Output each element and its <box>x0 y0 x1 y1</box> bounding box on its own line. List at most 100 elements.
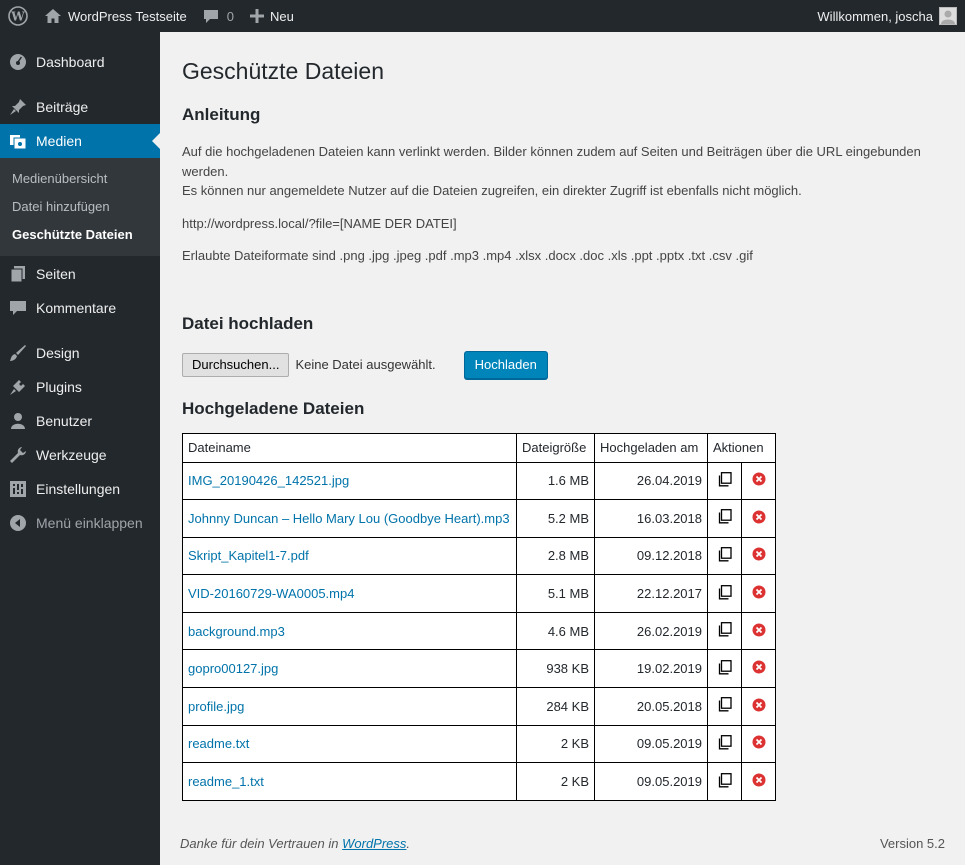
column-header-name: Dateiname <box>182 432 517 463</box>
upload-date: 22.12.2017 <box>594 574 708 613</box>
delete-button[interactable] <box>741 536 776 576</box>
file-link[interactable]: readme_1.txt <box>188 774 264 789</box>
no-file-label: Keine Datei ausgewählt. <box>295 357 436 372</box>
upload-date: 19.02.2019 <box>594 649 708 689</box>
copy-icon <box>718 735 732 753</box>
file-link[interactable]: Johnny Duncan – Hello Mary Lou (Goodbye … <box>188 511 510 526</box>
file-link[interactable]: readme.txt <box>188 736 249 751</box>
menu-item-seiten[interactable]: Seiten <box>0 257 160 291</box>
upload-date: 09.05.2019 <box>594 762 708 801</box>
comments-link[interactable]: 0 <box>195 0 242 32</box>
menu-label: Medien <box>36 133 82 149</box>
upload-button[interactable]: Hochladen <box>463 350 548 379</box>
copy-icon <box>718 772 732 791</box>
menu-item-design[interactable]: Design <box>0 336 160 370</box>
copy-icon <box>718 547 732 565</box>
file-name-cell: readme.txt <box>182 724 517 764</box>
upload-date: 20.05.2018 <box>594 687 708 726</box>
copy-icon <box>718 471 732 490</box>
new-content-link[interactable]: Neu <box>242 0 302 32</box>
copy-link-button[interactable] <box>707 536 742 576</box>
menu-item-dashboard[interactable]: Dashboard <box>0 45 160 79</box>
plugin-icon <box>8 377 28 397</box>
submenu-item-geschuetzte-dateien[interactable]: Geschützte Dateien <box>0 221 160 249</box>
instructions-text: Auf die hochgeladenen Dateien kann verli… <box>182 142 952 201</box>
main-content: Geschützte Dateien Anleitung Auf die hoc… <box>182 32 952 801</box>
file-link[interactable]: Skript_Kapitel1-7.pdf <box>188 548 309 563</box>
dashboard-icon <box>8 52 28 72</box>
site-name-link[interactable]: WordPress Testseite <box>36 0 195 32</box>
menu-label: Menü einklappen <box>36 515 143 531</box>
page-title: Geschützte Dateien <box>182 58 385 84</box>
delete-button[interactable] <box>741 611 776 651</box>
file-link[interactable]: IMG_20190426_142521.jpg <box>188 473 349 488</box>
delete-button[interactable] <box>741 687 776 726</box>
url-pattern: http://wordpress.local/?file=[NAME DER D… <box>182 215 457 231</box>
upload-form: Durchsuchen... Keine Datei ausgewählt. H… <box>182 350 952 380</box>
submenu-item-medienuebersicht[interactable]: Medienübersicht <box>0 165 160 193</box>
file-size: 284 KB <box>516 687 595 726</box>
menu-item-beitraege[interactable]: Beiträge <box>0 90 160 124</box>
copy-icon <box>718 622 732 640</box>
file-name-cell: VID-20160729-WA0005.mp4 <box>182 574 517 613</box>
delete-button[interactable] <box>741 461 776 501</box>
file-name-cell: Skript_Kapitel1-7.pdf <box>182 536 517 576</box>
table-row: IMG_20190426_142521.jpg 1.6 MB 26.04.2019 <box>182 461 776 501</box>
menu-label: Einstellungen <box>36 481 121 497</box>
menu-item-collapse[interactable]: Menü einklappen <box>0 506 160 540</box>
menu-label: Kommentare <box>36 300 117 316</box>
delete-icon <box>752 698 766 715</box>
copy-link-button[interactable] <box>707 762 742 801</box>
file-size: 2 KB <box>516 762 595 801</box>
delete-button[interactable] <box>741 574 776 613</box>
submenu-item-datei-hinzufuegen[interactable]: Datei hinzufügen <box>0 193 160 221</box>
menu-item-einstellungen[interactable]: Einstellungen <box>0 472 160 506</box>
wordpress-logo-icon[interactable]: W <box>0 0 36 32</box>
upload-date: 26.02.2019 <box>594 611 708 651</box>
delete-button[interactable] <box>741 762 776 801</box>
comment-bubble-icon <box>203 8 219 24</box>
copy-link-button[interactable] <box>707 499 742 538</box>
menu-item-benutzer[interactable]: Benutzer <box>0 404 160 438</box>
menu-item-werkzeuge[interactable]: Werkzeuge <box>0 438 160 472</box>
copy-link-button[interactable] <box>707 611 742 651</box>
medien-submenu: Medienübersicht Datei hinzufügen Geschüt… <box>0 158 160 256</box>
delete-button[interactable] <box>741 724 776 764</box>
copy-link-button[interactable] <box>707 687 742 726</box>
file-link[interactable]: VID-20160729-WA0005.mp4 <box>188 586 354 601</box>
footer: Danke für dein Vertrauen in WordPress. V… <box>180 836 945 851</box>
menu-item-plugins[interactable]: Plugins <box>0 370 160 404</box>
menu-item-medien[interactable]: Medien <box>0 124 160 158</box>
collapse-icon <box>8 513 28 533</box>
delete-button[interactable] <box>741 649 776 689</box>
pin-icon <box>8 97 28 117</box>
menu-item-kommentare[interactable]: Kommentare <box>0 291 160 325</box>
settings-icon <box>8 479 28 499</box>
copy-link-button[interactable] <box>707 574 742 613</box>
file-link[interactable]: background.mp3 <box>188 624 285 639</box>
files-table: Dateiname Dateigröße Hochgeladen am Akti… <box>182 432 776 801</box>
welcome-text: Willkommen, joscha <box>817 8 933 24</box>
files-heading: Hochgeladene Dateien <box>182 398 365 418</box>
footer-thanks-text: Danke für dein Vertrauen in <box>180 836 343 851</box>
file-size: 5.1 MB <box>516 574 595 613</box>
user-icon <box>8 411 28 431</box>
file-name-cell: gopro00127.jpg <box>182 649 517 689</box>
copy-link-button[interactable] <box>707 724 742 764</box>
home-icon <box>44 8 62 24</box>
upload-date: 16.03.2018 <box>594 499 708 538</box>
file-link[interactable]: profile.jpg <box>188 699 244 714</box>
delete-icon <box>752 547 766 564</box>
instructions-line-2: Es können nur angemeldete Nutzer auf die… <box>182 183 802 198</box>
wordpress-link[interactable]: WordPress <box>342 836 406 851</box>
delete-icon <box>752 510 766 527</box>
menu-label: Beiträge <box>36 99 89 115</box>
file-link[interactable]: gopro00127.jpg <box>188 661 278 676</box>
file-name-cell: Johnny Duncan – Hello Mary Lou (Goodbye … <box>182 499 517 538</box>
copy-link-button[interactable] <box>707 649 742 689</box>
my-account-link[interactable]: Willkommen, joscha <box>809 0 965 32</box>
copy-link-button[interactable] <box>707 461 742 501</box>
copy-icon <box>718 584 732 603</box>
browse-button[interactable]: Durchsuchen... <box>182 352 290 377</box>
delete-button[interactable] <box>741 499 776 538</box>
